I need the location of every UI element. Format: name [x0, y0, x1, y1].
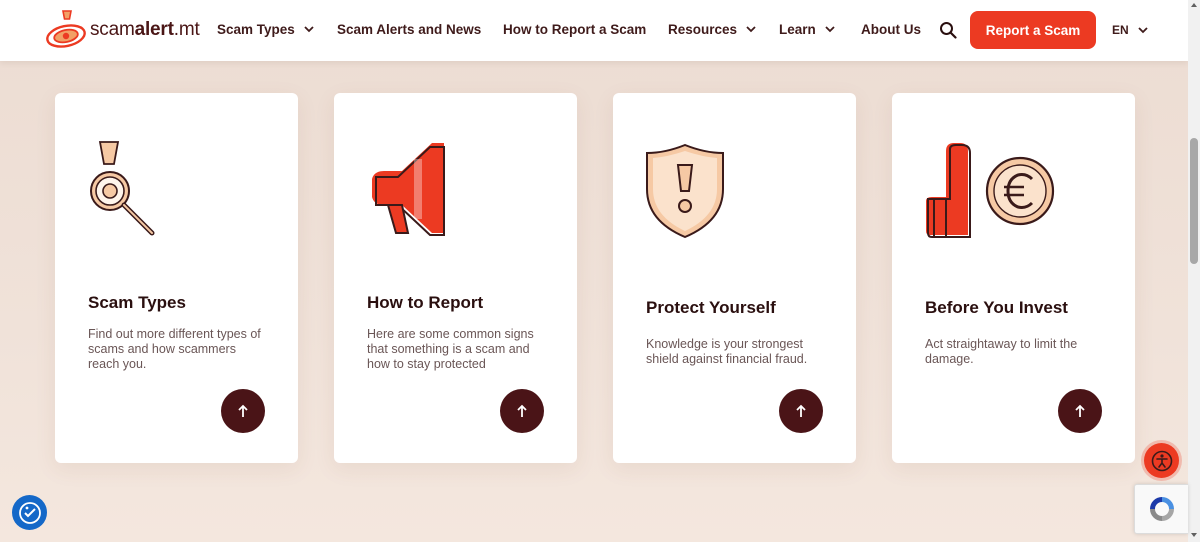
card-title: How to Report	[367, 293, 484, 312]
card-description: Knowledge is your strongest shield again…	[646, 337, 808, 366]
chevron-down-icon	[1138, 26, 1148, 33]
accessibility-check-icon	[18, 501, 41, 524]
card-arrow-button[interactable]	[1058, 389, 1102, 433]
card-arrow-button[interactable]	[221, 389, 265, 433]
search-icon[interactable]	[939, 21, 957, 39]
accessibility-menu-button[interactable]	[1144, 443, 1179, 478]
magnifier-icon	[90, 141, 155, 236]
recaptcha-badge[interactable]	[1134, 484, 1188, 534]
nav-scam-types[interactable]: Scam Types	[217, 22, 314, 37]
logo-text: scamalert.mt	[90, 19, 200, 40]
card-title: Before You Invest	[925, 298, 1068, 317]
arrow-up-icon	[238, 404, 248, 417]
megaphone-icon	[372, 143, 445, 236]
nav-learn[interactable]: Learn	[779, 22, 835, 37]
site-header: scamalert.mt Scam Types Scam Alerts and …	[0, 0, 1188, 61]
nav-about-us[interactable]: About Us	[861, 22, 921, 37]
card-description: Act straightaway to limit the damage.	[925, 337, 1078, 366]
shield-alert-icon	[646, 143, 724, 239]
card-scam-types[interactable]: Scam Types Find out more different types…	[55, 93, 298, 463]
language-selector[interactable]: EN	[1112, 23, 1148, 37]
page-scrollbar[interactable]	[1188, 0, 1200, 542]
card-description: Find out more different types of scams a…	[88, 327, 261, 371]
chevron-down-icon	[825, 26, 835, 33]
card-arrow-button[interactable]	[500, 389, 544, 433]
card-protect-yourself[interactable]: Protect Yourself Knowledge is your stron…	[613, 93, 856, 463]
chevron-down-icon	[746, 26, 756, 33]
card-how-to-report[interactable]: How to Report Here are some common signs…	[334, 93, 577, 463]
nav-scam-alerts-news[interactable]: Scam Alerts and News	[337, 22, 481, 37]
report-scam-button[interactable]: Report a Scam	[970, 11, 1096, 49]
site-logo[interactable]: scamalert.mt	[44, 9, 200, 51]
nav-how-to-report[interactable]: How to Report a Scam	[503, 22, 646, 37]
hand-stop-euro-icon	[926, 143, 1055, 238]
scroll-down-arrow-icon[interactable]	[1191, 533, 1197, 537]
arrow-up-icon	[796, 404, 806, 417]
arrow-up-icon	[1075, 404, 1085, 417]
scroll-up-arrow-icon[interactable]	[1191, 3, 1197, 7]
card-title: Protect Yourself	[646, 298, 776, 317]
nav-resources[interactable]: Resources	[668, 22, 756, 37]
arrow-up-icon	[517, 404, 527, 417]
chevron-down-icon	[304, 26, 314, 33]
card-arrow-button[interactable]	[779, 389, 823, 433]
scroll-thumb[interactable]	[1190, 138, 1198, 264]
accessibility-person-icon	[1151, 450, 1172, 471]
card-before-you-invest[interactable]: Before You Invest Act straightaway to li…	[892, 93, 1135, 463]
card-title: Scam Types	[88, 293, 186, 312]
card-description: Here are some common signs that somethin…	[367, 327, 534, 371]
accessibility-widget-button[interactable]	[12, 495, 47, 530]
recaptcha-icon	[1149, 497, 1174, 521]
scamalert-logo-icon	[46, 10, 86, 48]
